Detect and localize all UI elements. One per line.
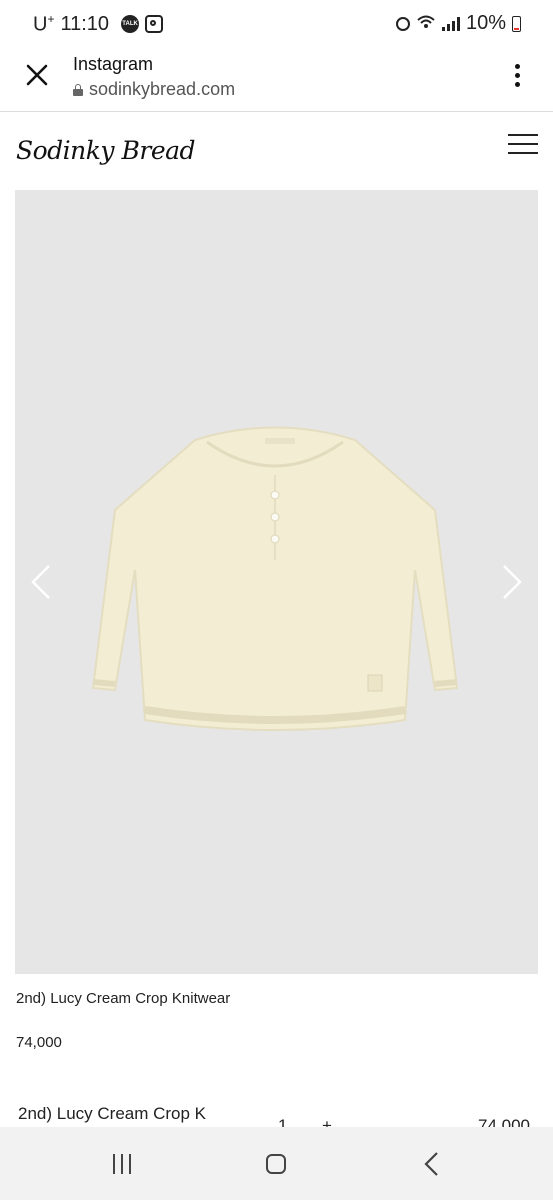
- kakaotalk-icon: TALK: [121, 15, 140, 34]
- signal-icon: [441, 16, 460, 31]
- carrier-label: U+: [33, 12, 55, 36]
- battery-icon: [512, 15, 521, 32]
- back-icon[interactable]: [412, 1149, 452, 1179]
- status-left: U+ 11:10 TALK: [33, 12, 164, 37]
- close-icon[interactable]: [22, 60, 52, 90]
- cart-item-row: 2nd) Lucy Cream Crop K 1 + 74,000: [16, 1104, 536, 1135]
- more-vert-icon[interactable]: [507, 60, 527, 90]
- browser-url: sodinkybread.com: [89, 79, 236, 99]
- battery-level: 10%: [465, 12, 506, 34]
- url-row: sodinkybread.com: [73, 79, 235, 100]
- home-icon[interactable]: [256, 1149, 296, 1179]
- system-nav-bar: [0, 1127, 553, 1200]
- site-logo[interactable]: Sodinky Bread: [16, 136, 196, 165]
- wifi-icon: [416, 14, 436, 33]
- hamburger-menu-icon[interactable]: [508, 134, 538, 154]
- alarm-icon: [395, 16, 410, 31]
- cart-item-name: 2nd) Lucy Cream Crop K: [18, 1104, 207, 1123]
- product-gallery[interactable]: [15, 190, 538, 974]
- site-header: Sodinky Bread: [0, 112, 553, 187]
- in-app-browser-bar: Instagram sodinkybread.com: [0, 50, 553, 112]
- recent-apps-icon[interactable]: [102, 1149, 142, 1179]
- product-price: 74,000: [16, 1034, 62, 1051]
- clock: 11:10: [60, 12, 110, 35]
- chevron-right-icon[interactable]: [496, 562, 526, 602]
- lock-icon: [73, 83, 83, 96]
- browser-title: Instagram: [73, 54, 154, 74]
- instagram-icon: [145, 15, 164, 34]
- chevron-left-icon[interactable]: [27, 562, 57, 602]
- status-bar: U+ 11:10 TALK 10%: [0, 0, 553, 50]
- product-name: 2nd) Lucy Cream Crop Knitwear: [16, 990, 231, 1007]
- product-image: [91, 426, 459, 731]
- status-right: 10%: [395, 12, 521, 35]
